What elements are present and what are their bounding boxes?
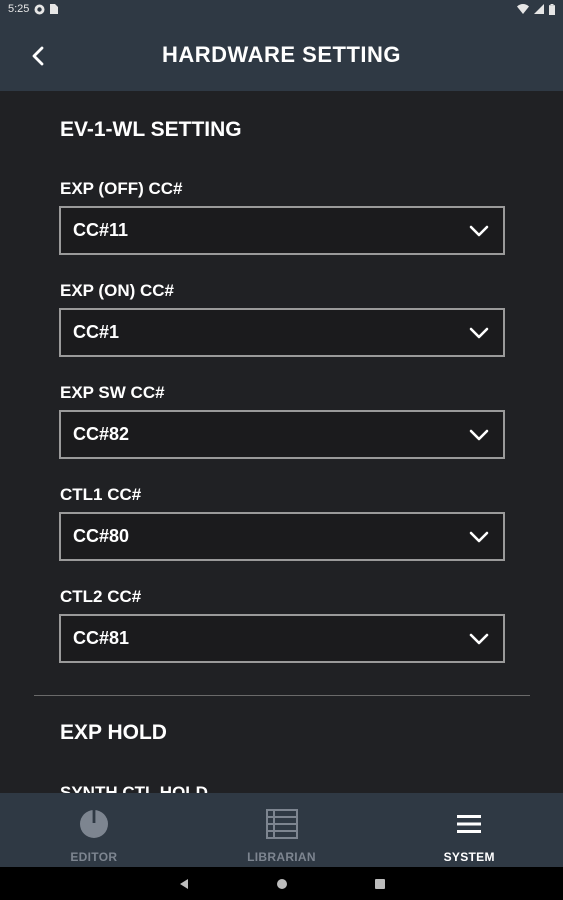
nav-librarian-label: LIBRARIAN xyxy=(247,850,316,864)
chevron-down-icon xyxy=(469,429,489,441)
field-label-exp-off: EXP (OFF) CC# xyxy=(60,179,183,198)
status-bar: 5:25 xyxy=(0,0,563,18)
system-home-button[interactable] xyxy=(272,874,292,894)
sim-card-icon xyxy=(50,4,59,14)
page-title: HARDWARE SETTING xyxy=(162,41,401,67)
bottom-nav: EDITOR LIBRARIAN SYSTEM xyxy=(0,793,563,867)
ctl2-cc-select[interactable]: CC#81 xyxy=(59,614,505,663)
triangle-back-icon xyxy=(179,878,188,889)
square-recents-icon xyxy=(374,878,385,889)
chevron-down-icon xyxy=(469,531,489,543)
nav-system[interactable]: SYSTEM xyxy=(375,793,563,867)
chevron-down-icon xyxy=(469,633,489,645)
nav-system-label: SYSTEM xyxy=(443,850,495,864)
menu-icon xyxy=(452,807,486,841)
status-right xyxy=(517,3,555,15)
system-recents-button[interactable] xyxy=(370,874,390,894)
field-label-exp-sw: EXP SW CC# xyxy=(60,383,165,402)
exp-on-cc-value: CC#1 xyxy=(73,322,120,342)
field-label-exp-on: EXP (ON) CC# xyxy=(60,281,174,300)
section-title-exp-hold: EXP HOLD xyxy=(60,721,167,744)
field-label-synth-ctl-hold: SYNTH CTL HOLD xyxy=(60,783,208,793)
system-back-button[interactable] xyxy=(174,874,194,894)
exp-sw-cc-value: CC#82 xyxy=(73,424,130,444)
knob-icon xyxy=(77,807,111,841)
field-label-ctl2: CTL2 CC# xyxy=(60,587,142,606)
chevron-down-icon xyxy=(469,327,489,339)
section-divider xyxy=(34,695,530,696)
field-label-ctl1: CTL1 CC# xyxy=(60,485,142,504)
system-nav-bar xyxy=(0,867,563,900)
status-time: 5:25 xyxy=(8,3,30,15)
circle-home-icon xyxy=(276,878,287,889)
signal-icon xyxy=(534,4,544,14)
app-bar: HARDWARE SETTING xyxy=(0,18,563,91)
wifi-icon xyxy=(517,4,529,14)
ctl2-cc-value: CC#81 xyxy=(73,628,130,648)
settings-content[interactable]: EV-1-WL SETTING EXP (OFF) CC# CC#11 EXP … xyxy=(0,91,563,793)
exp-sw-cc-select[interactable]: CC#82 xyxy=(59,410,505,459)
app-notification-icon xyxy=(34,4,45,15)
ctl1-cc-value: CC#80 xyxy=(73,526,130,546)
list-icon xyxy=(265,807,299,841)
chevron-left-icon xyxy=(32,46,44,66)
battery-icon xyxy=(549,3,555,15)
ctl1-cc-select[interactable]: CC#80 xyxy=(59,512,505,561)
chevron-down-icon xyxy=(469,225,489,237)
exp-off-cc-value: CC#11 xyxy=(73,220,129,240)
back-button[interactable] xyxy=(22,40,54,72)
section-title-ev1wl: EV-1-WL SETTING xyxy=(60,118,242,141)
nav-editor[interactable]: EDITOR xyxy=(0,793,188,867)
status-left: 5:25 xyxy=(8,3,59,15)
nav-librarian[interactable]: LIBRARIAN xyxy=(188,793,376,867)
nav-editor-label: EDITOR xyxy=(70,850,118,864)
exp-off-cc-select[interactable]: CC#11 xyxy=(59,206,505,255)
exp-on-cc-select[interactable]: CC#1 xyxy=(59,308,505,357)
